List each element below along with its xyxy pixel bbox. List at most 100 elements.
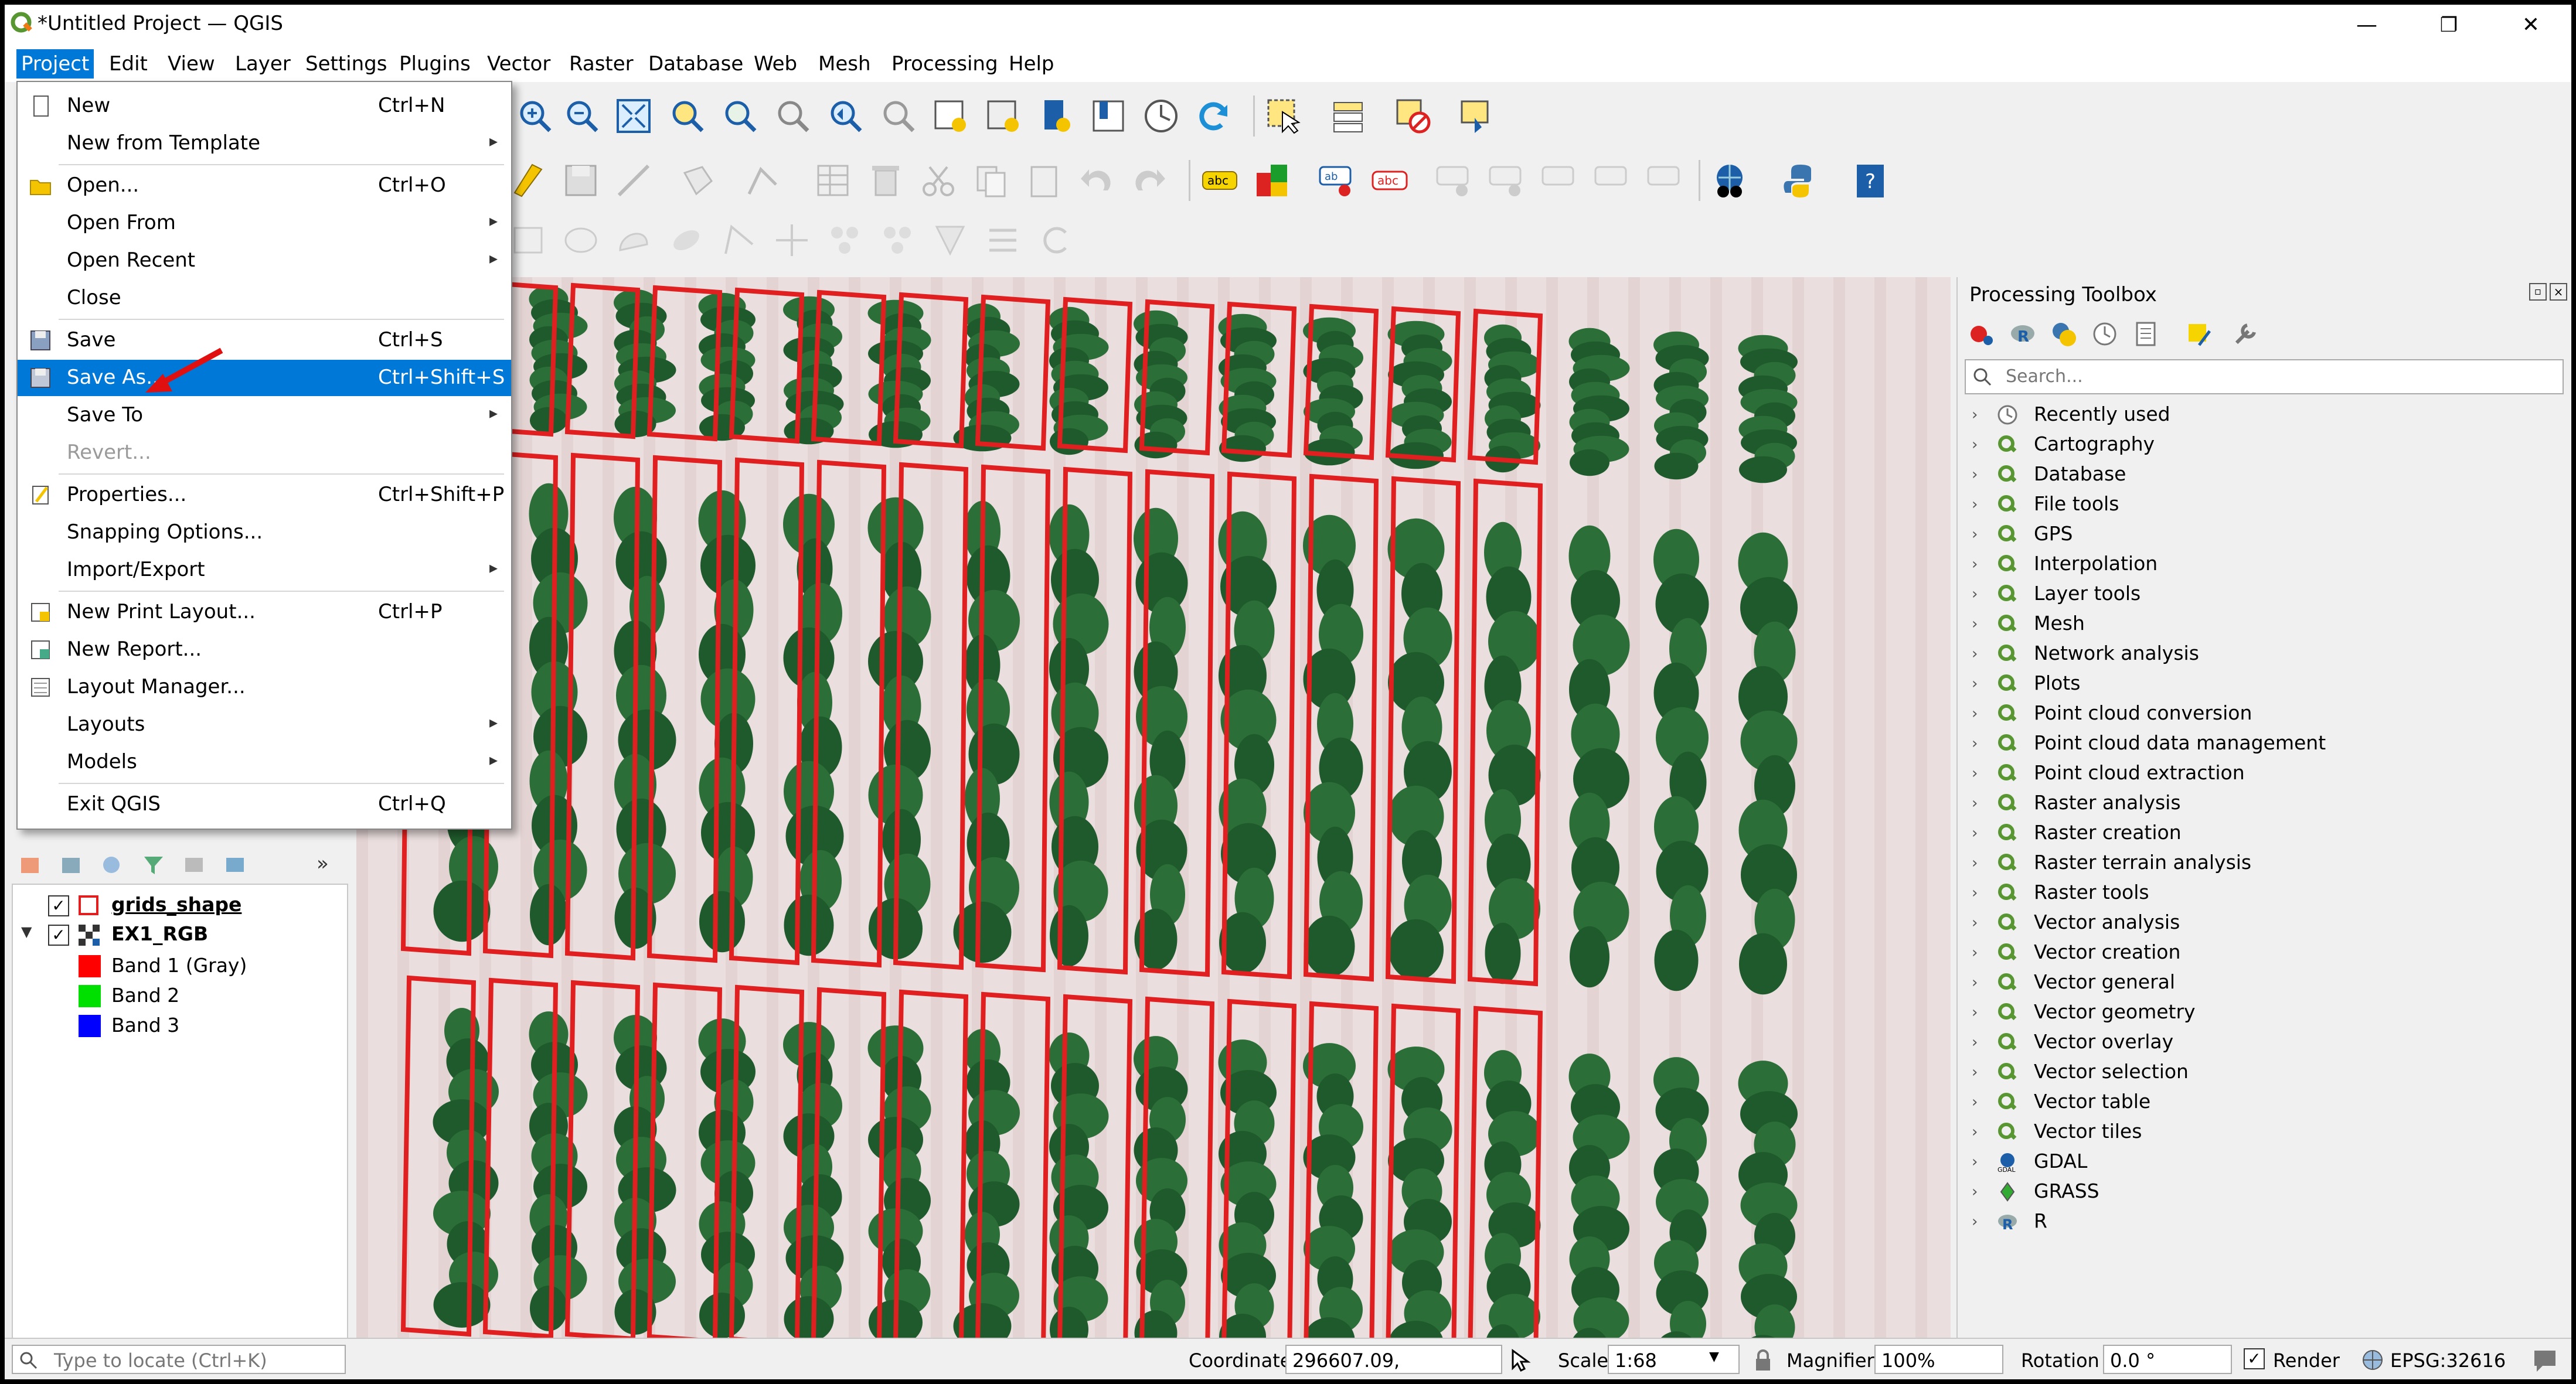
toolbox-group-vector-table[interactable]: › Vector table [1958, 1088, 2567, 1117]
layer-grids-shape[interactable]: ✓ grids_shape [13, 891, 341, 920]
toolbox-group-raster-tools[interactable]: › Raster tools [1958, 878, 2567, 908]
zoom-last-icon[interactable] [825, 97, 864, 135]
menu-item-save-as[interactable]: Save As... Ctrl+Shift+S [18, 360, 511, 396]
expand-arrow-icon[interactable]: › [1972, 645, 1978, 663]
rotate-point-symbols-icon[interactable] [1036, 221, 1075, 260]
identify-features-icon[interactable] [1458, 97, 1497, 135]
refresh-icon[interactable] [1195, 97, 1233, 135]
menu-item-new-report[interactable]: New Report... [18, 632, 511, 668]
vertex-tool-icon[interactable] [743, 161, 782, 200]
filter-legend-icon[interactable] [141, 852, 166, 878]
temporal-controller-icon[interactable] [1142, 97, 1180, 135]
move-label-icon[interactable] [1435, 161, 1474, 200]
close-panel-icon[interactable]: × [2550, 283, 2567, 301]
expand-arrow-icon[interactable]: › [1972, 765, 1978, 782]
align-icon[interactable] [984, 221, 1022, 260]
expand-arrow-icon[interactable]: › [1972, 884, 1978, 902]
zoom-native-icon[interactable] [773, 97, 811, 135]
toolbox-group-point-cloud-data-management[interactable]: › Point cloud data management [1958, 729, 2567, 759]
digitize-line-icon[interactable] [614, 161, 653, 200]
new-map-view-icon[interactable] [931, 97, 969, 135]
expand-arrow-icon[interactable]: › [1972, 944, 1978, 962]
toolbox-group-vector-overlay[interactable]: › Vector overlay [1958, 1028, 2567, 1058]
toolbox-group-point-cloud-extraction[interactable]: › Point cloud extraction [1958, 759, 2567, 789]
models-gear-icon[interactable] [1967, 319, 1996, 349]
toolbox-group-raster-terrain-analysis[interactable]: › Raster terrain analysis [1958, 848, 2567, 878]
attribute-table-edit-icon[interactable] [814, 161, 852, 200]
zoom-in-icon[interactable] [515, 97, 553, 135]
more-tools-icon[interactable]: » [317, 852, 329, 875]
toolbox-group-layer-tools[interactable]: › Layer tools [1958, 579, 2567, 609]
toolbox-group-cartography[interactable]: › Cartography [1958, 430, 2567, 460]
expand-arrow-icon[interactable]: › [1972, 406, 1978, 424]
split-parts-icon[interactable] [509, 221, 547, 260]
toolbox-group-vector-tiles[interactable]: › Vector tiles [1958, 1117, 2567, 1147]
lock-scale-icon[interactable] [1751, 1348, 1775, 1372]
menu-item-save-to[interactable]: Save To ▸ [18, 397, 511, 434]
layer-visibility-checkbox[interactable]: ✓ [48, 925, 69, 946]
zoom-out-icon[interactable] [562, 97, 600, 135]
select-by-value-icon[interactable] [1329, 97, 1368, 135]
add-polygon-icon[interactable] [679, 161, 717, 200]
menu-item-open-from[interactable]: Open From ▸ [18, 205, 511, 241]
filter-by-expression-icon[interactable] [182, 852, 207, 878]
menu-raster[interactable]: Raster [564, 49, 638, 79]
toolbox-group-recently-used[interactable]: › Recently used [1958, 400, 2567, 430]
zoom-full-icon[interactable] [614, 97, 653, 135]
expand-arrow-icon[interactable]: › [1972, 615, 1978, 633]
add-part-icon[interactable] [614, 221, 653, 260]
save-edits-icon[interactable] [562, 161, 600, 200]
expand-arrow-icon[interactable]: › [1972, 1093, 1978, 1111]
menu-web[interactable]: Web [749, 49, 802, 79]
toolbox-group-file-tools[interactable]: › File tools [1958, 490, 2567, 520]
expand-arrow-icon[interactable]: › [1972, 1183, 1978, 1201]
rotate-label-icon[interactable] [1540, 161, 1579, 200]
rotation-field[interactable]: 0.0 ° [2103, 1345, 2232, 1374]
expand-all-icon[interactable] [223, 852, 249, 878]
toolbox-search-input[interactable]: Search... [1965, 359, 2564, 394]
toolbox-group-interpolation[interactable]: › Interpolation [1958, 550, 2567, 579]
menu-item-new-from-template[interactable]: New from Template ▸ [18, 125, 511, 162]
highlight-pinned-labels-icon[interactable]: abc [1370, 161, 1409, 200]
crs-globe-icon[interactable] [2361, 1348, 2387, 1372]
menu-mesh[interactable]: Mesh [814, 49, 876, 79]
expand-arrow-icon[interactable]: › [1972, 824, 1978, 842]
select-features-icon[interactable] [1265, 97, 1304, 135]
diagram-options-icon[interactable] [1253, 161, 1292, 200]
coordinate-field[interactable]: 296607.09, 4888226.65 [1285, 1345, 1502, 1379]
menu-item-properties[interactable]: Properties... Ctrl+Shift+P [18, 477, 511, 513]
toolbox-group-r[interactable]: › R R [1958, 1207, 2567, 1237]
messages-icon[interactable] [2531, 1347, 2559, 1373]
expand-arrow-icon[interactable]: › [1972, 1213, 1978, 1230]
expand-arrow-icon[interactable]: › [1972, 496, 1978, 513]
split-features-icon[interactable] [878, 221, 917, 260]
close-button[interactable]: ✕ [2513, 11, 2548, 40]
expand-arrow-icon[interactable]: › [1972, 795, 1978, 812]
mouse-cursor-icon[interactable] [1508, 1347, 1534, 1373]
toolbox-group-gps[interactable]: › GPS [1958, 520, 2567, 550]
layer-ex1-rgb[interactable]: ▼ ✓ EX1_RGB [13, 920, 341, 949]
history-icon[interactable] [2090, 319, 2119, 349]
offset-curve-icon[interactable] [773, 221, 811, 260]
add-group-icon[interactable] [59, 852, 84, 878]
menu-plugins[interactable]: Plugins [394, 49, 475, 79]
menu-layer[interactable]: Layer [230, 49, 295, 79]
menu-item-open-recent[interactable]: Open Recent ▸ [18, 243, 511, 279]
toolbox-group-point-cloud-conversion[interactable]: › Point cloud conversion [1958, 699, 2567, 729]
redo-icon[interactable] [1130, 161, 1169, 200]
expand-arrow-icon[interactable]: › [1972, 1034, 1978, 1051]
expand-arrow-icon[interactable]: › [1972, 526, 1978, 543]
toolbox-group-vector-geometry[interactable]: › Vector geometry [1958, 998, 2567, 1028]
expand-arrow-icon[interactable]: › [1972, 555, 1978, 573]
layer-visibility-checkbox[interactable]: ✓ [48, 895, 69, 916]
help-contents-icon[interactable]: ? [1851, 161, 1890, 200]
expand-arrow-icon[interactable]: › [1972, 466, 1978, 483]
toolbox-group-database[interactable]: › Database [1958, 460, 2567, 490]
toolbox-group-mesh[interactable]: › Mesh [1958, 609, 2567, 639]
toolbox-group-vector-creation[interactable]: › Vector creation [1958, 938, 2567, 968]
label-properties-icon[interactable] [1646, 161, 1685, 200]
menu-vector[interactable]: Vector [482, 49, 555, 79]
expand-arrow-icon[interactable]: › [1972, 1063, 1978, 1081]
expand-arrow-icon[interactable]: › [1972, 914, 1978, 932]
menu-project[interactable]: Project [16, 49, 94, 79]
